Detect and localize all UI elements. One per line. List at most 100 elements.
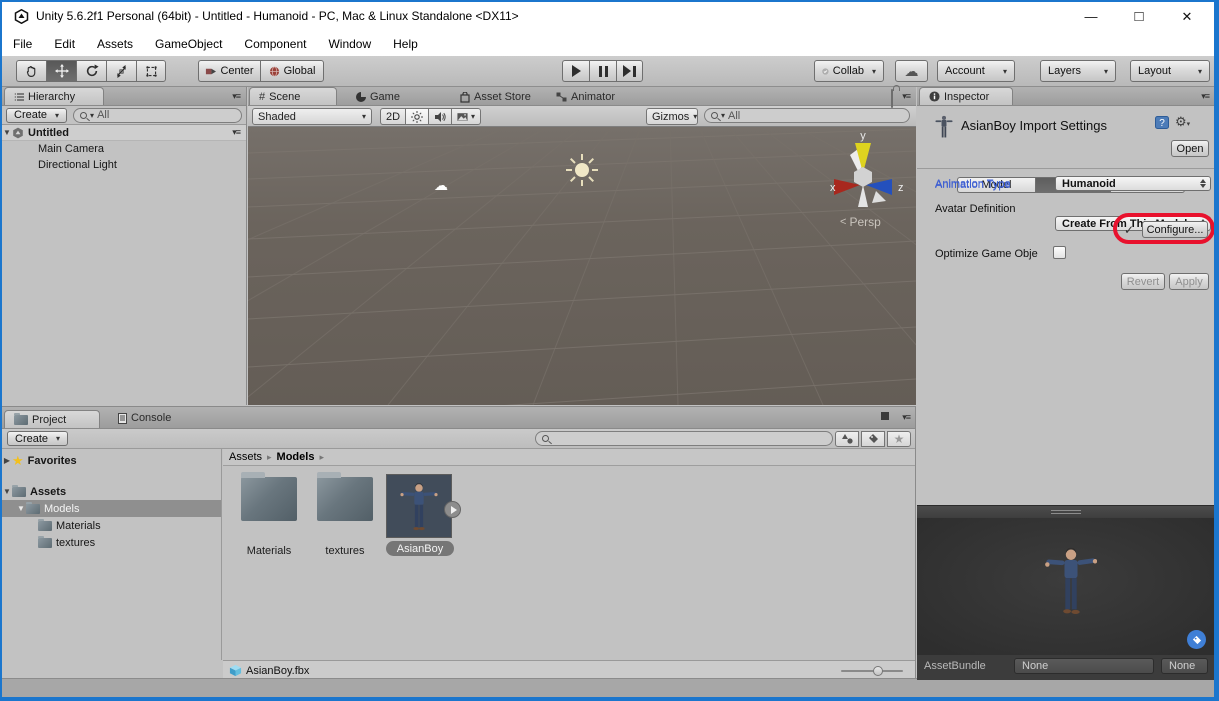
layers-dropdown[interactable]: Layers▾ [1040, 60, 1116, 82]
menu-help[interactable]: Help [382, 33, 429, 55]
tab-console[interactable]: Console [118, 412, 171, 424]
play-button[interactable] [562, 60, 589, 82]
breadcrumb-assets[interactable]: Assets [229, 451, 262, 463]
pause-button[interactable] [589, 60, 616, 82]
tree-item-assets[interactable]: ▼ Assets [2, 483, 221, 500]
tab-project[interactable]: Project [4, 410, 100, 428]
slider-thumb[interactable] [873, 666, 883, 676]
gear-icon[interactable]: ⚙▾ [1175, 114, 1190, 130]
panel-menu-icon[interactable]: ▾≡ [902, 412, 910, 423]
tab-scene[interactable]: # Scene [249, 87, 337, 105]
assetbundle-dropdown[interactable]: None [1014, 658, 1154, 674]
breadcrumb: Assets ▸ Models ▸ [223, 449, 915, 466]
panel-menu-icon[interactable]: ▾≡ [232, 91, 240, 102]
camera-gizmo-icon[interactable]: ☁ [434, 177, 448, 194]
foldout-arrow-icon[interactable]: ▼ [2, 128, 12, 137]
saved-search-button[interactable]: ★ [887, 431, 911, 447]
tab-animator[interactable]: Animator [556, 91, 615, 103]
revert-button[interactable]: Revert [1121, 273, 1165, 290]
search-by-label-button[interactable] [861, 431, 885, 447]
tab-hierarchy[interactable]: Hierarchy [4, 87, 104, 105]
audio-toggle-button[interactable] [428, 108, 452, 125]
space-mode-button[interactable]: Global [260, 60, 324, 82]
model-asset-icon [935, 114, 953, 142]
avatar-definition-label: Avatar Definition [935, 203, 1016, 215]
hierarchy-item-directional-light[interactable]: Directional Light [2, 157, 246, 173]
scene-name: Untitled [28, 127, 69, 139]
account-dropdown[interactable]: Account▾ [937, 60, 1015, 82]
minimize-button[interactable]: — [1068, 2, 1114, 31]
optimize-checkbox[interactable] [1053, 246, 1066, 259]
directional-light-gizmo-icon[interactable] [564, 152, 600, 188]
scene-search-input[interactable]: ▾ All [704, 108, 910, 123]
tab-asset-store[interactable]: Asset Store [460, 91, 531, 103]
expand-badge-icon[interactable] [444, 501, 461, 518]
panel-menu-icon[interactable]: ▾≡ [902, 91, 910, 102]
thumbnail-size-slider[interactable] [841, 670, 903, 672]
tag-icon [868, 433, 879, 444]
rect-tool-button[interactable] [136, 60, 166, 82]
tree-item-textures[interactable]: textures [2, 534, 221, 551]
close-button[interactable]: ✕ [1164, 2, 1210, 31]
lighting-toggle-button[interactable] [405, 108, 429, 125]
asset-item-materials[interactable]: Materials [240, 477, 298, 557]
asset-item-textures[interactable]: textures [316, 477, 374, 557]
hand-tool-button[interactable] [16, 60, 46, 82]
step-button[interactable] [616, 60, 643, 82]
pivot-mode-button[interactable]: Center [198, 60, 260, 82]
asset-store-icon [460, 92, 470, 103]
menu-gameobject[interactable]: GameObject [144, 33, 233, 55]
menu-file[interactable]: File [2, 33, 43, 55]
collab-button[interactable]: Collab▾ [814, 60, 884, 82]
preview-tag-button[interactable] [1187, 630, 1206, 649]
lock-icon[interactable] [891, 89, 893, 108]
menu-edit[interactable]: Edit [43, 33, 86, 55]
pause-icon [599, 66, 608, 77]
menu-assets[interactable]: Assets [86, 33, 144, 55]
assetbundle-variant-dropdown[interactable]: None [1161, 658, 1208, 674]
layout-dropdown[interactable]: Layout▾ [1130, 60, 1210, 82]
persp-toggle[interactable]: < Persp [840, 215, 881, 229]
search-by-type-button[interactable] [835, 431, 859, 447]
asset-item-asianboy[interactable]: AsianBoy [386, 474, 454, 556]
project-search-input[interactable] [535, 431, 833, 446]
shading-mode-dropdown[interactable]: Shaded▾ [252, 108, 372, 125]
hierarchy-item-main-camera[interactable]: Main Camera [2, 141, 246, 157]
apply-button[interactable]: Apply [1169, 273, 1209, 290]
tab-inspector[interactable]: Inspector [919, 87, 1013, 105]
title-bar: Unity 5.6.2f1 Personal (64bit) - Untitle… [2, 2, 1214, 31]
move-tool-button[interactable] [46, 60, 76, 82]
project-create-button[interactable]: Create▾ [7, 431, 68, 446]
inspector-bottom-fill [917, 677, 1214, 680]
rotate-tool-button[interactable] [76, 60, 106, 82]
selected-file-name: AsianBoy.fbx [246, 665, 309, 677]
tree-item-favorites[interactable]: ▶ ★ Favorites [2, 452, 221, 469]
maximize-panel-icon[interactable] [881, 412, 889, 420]
menu-component[interactable]: Component [233, 33, 317, 55]
hierarchy-search-input[interactable]: ▾ All [73, 108, 242, 123]
gizmos-dropdown[interactable]: Gizmos▾ [646, 108, 698, 125]
animation-type-dropdown[interactable]: Humanoid [1055, 176, 1211, 191]
effects-toggle-button[interactable]: ▾ [451, 108, 481, 125]
scene-menu-icon[interactable]: ▾≡ [232, 127, 240, 138]
tree-item-models[interactable]: ▼ Models [2, 500, 221, 517]
tree-item-materials[interactable]: Materials [2, 517, 221, 534]
open-button[interactable]: Open [1171, 140, 1209, 157]
2d-toggle-button[interactable]: 2D [380, 108, 406, 125]
hierarchy-scene-row[interactable]: ▼ Untitled ▾≡ [2, 125, 246, 141]
scale-tool-button[interactable] [106, 60, 136, 82]
orientation-gizmo[interactable]: y x z [828, 129, 908, 229]
model-preview-area[interactable] [917, 518, 1214, 655]
panel-menu-icon[interactable]: ▾≡ [1201, 91, 1209, 102]
sun-icon [411, 111, 423, 123]
hierarchy-create-button[interactable]: Create▾ [6, 108, 67, 123]
step-icon [623, 65, 631, 77]
tab-game[interactable]: Game [356, 91, 400, 103]
preview-resize-handle[interactable] [917, 505, 1214, 518]
help-icon[interactable]: ? [1155, 116, 1169, 129]
breadcrumb-models[interactable]: Models [277, 451, 315, 463]
menu-window[interactable]: Window [317, 33, 382, 55]
maximize-button[interactable]: □ [1116, 2, 1162, 31]
cloud-button[interactable]: ☁ [895, 60, 928, 82]
scene-viewport[interactable]: ☁ y x z < Persp [248, 127, 916, 405]
